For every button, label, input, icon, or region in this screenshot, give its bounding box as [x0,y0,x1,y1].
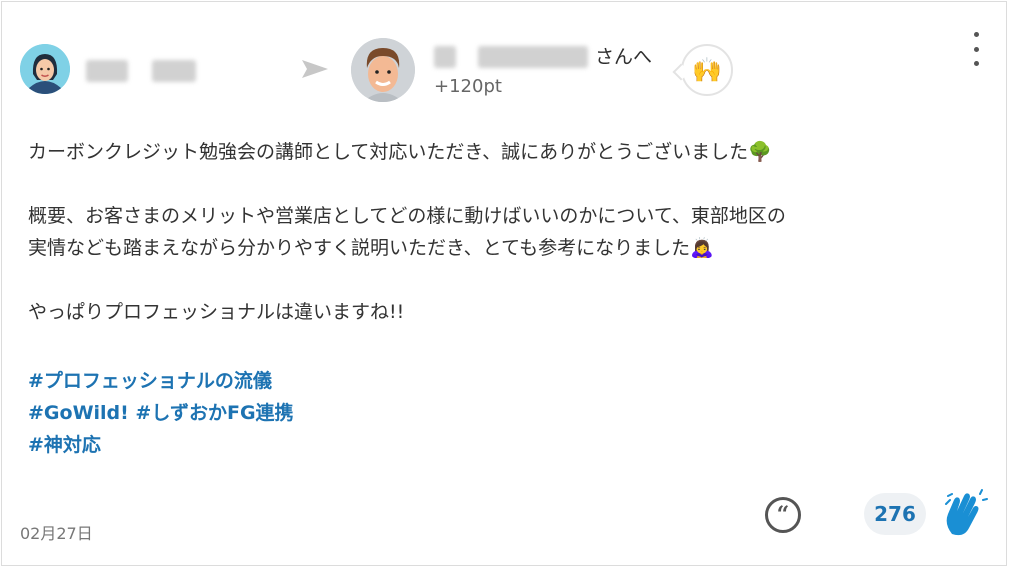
sender-name-redacted [152,60,196,82]
hashtag-link[interactable]: #プロフェッショナルの流儀 [28,365,294,397]
body-line: 概要、お客さまのメリットや営業店としてどの様に動けばいいのかについて、東部地区の [28,205,786,227]
points-awarded: +120pt [434,76,502,97]
hashtag-list: #プロフェッショナルの流儀 #GoWild! #しずおかFG連携 #神対応 [28,365,294,461]
send-arrow-icon [302,60,328,78]
recipient-name-redacted [434,46,456,68]
hashtag-link[interactable]: #神対応 [28,429,294,461]
hashtag-link[interactable]: #GoWild! #しずおかFG連携 [28,397,294,429]
sender-name-redacted [86,60,128,82]
clap-count: 276 [864,493,926,535]
post-card: さんへ +120pt 🙌 カーボンクレジット勉強会の講師として対応いただき、誠に… [1,1,1007,566]
quote-button[interactable]: “ [765,497,801,533]
more-options-icon[interactable] [968,32,984,66]
recipient-name-redacted [478,46,588,68]
quote-icon: “ [776,502,790,528]
raising-hands-icon: 🙌 [681,44,733,96]
body-line: カーボンクレジット勉強会の講師として対応いただき、誠にありがとうございました🌳 [28,141,772,163]
clap-hands-icon[interactable] [942,488,988,538]
recipient-avatar[interactable] [351,38,415,102]
post-body: カーボンクレジット勉強会の講師として対応いただき、誠にありがとうございました🌳 … [28,136,968,328]
body-line: 実情なども踏まえながら分かりやすく説明いただき、とても参考になりました🙇‍♀️ [28,237,714,259]
sender-avatar[interactable] [20,44,70,94]
recipient-suffix: さんへ [595,46,653,68]
post-header: さんへ +120pt 🙌 [2,2,1006,122]
body-line: やっぱりプロフェッショナルは違いますね!! [28,301,405,323]
post-date: 02月27日 [20,524,93,543]
